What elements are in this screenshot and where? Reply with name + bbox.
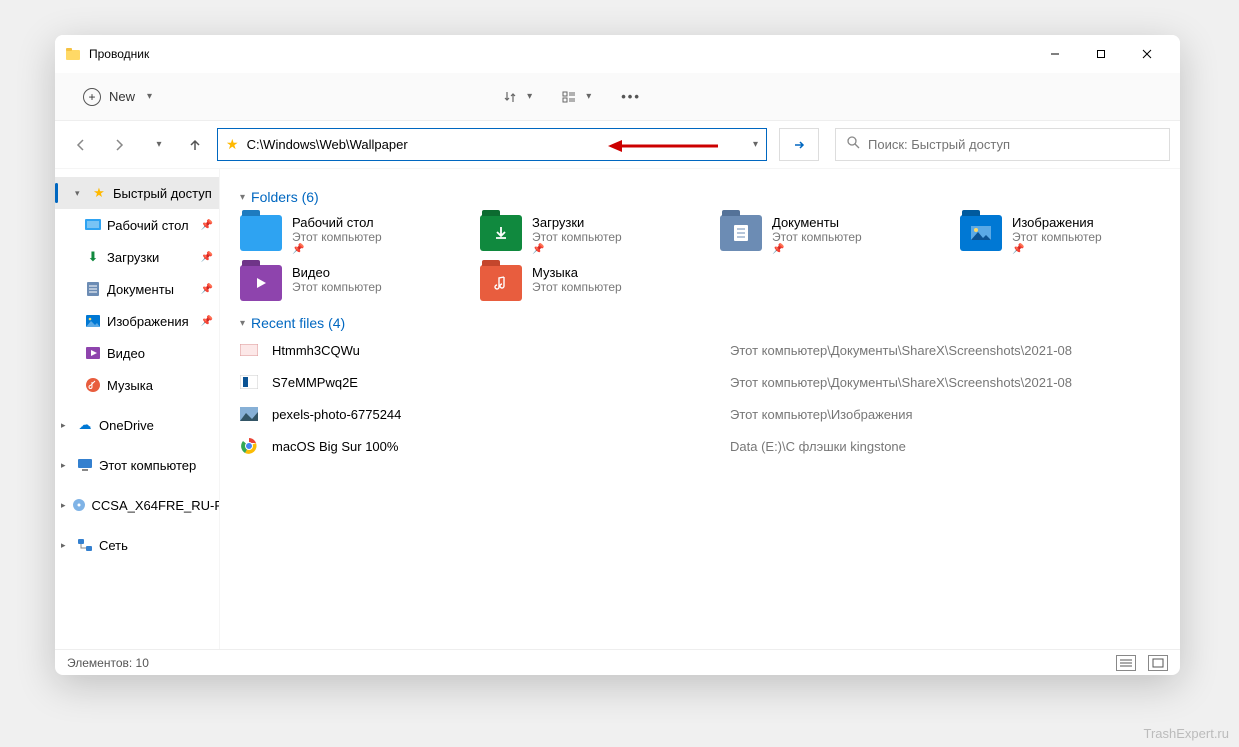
folder-music[interactable]: МузыкаЭтот компьютер [480, 265, 680, 301]
sidebar-item-label: Видео [107, 346, 145, 361]
sidebar-item-documents[interactable]: Документы 📌 [55, 273, 219, 305]
chevron-right-icon: ▸ [61, 420, 71, 431]
go-button[interactable] [779, 128, 819, 161]
music-icon [85, 377, 101, 393]
desktop-icon [85, 217, 101, 233]
sidebar-item-label: Музыка [107, 378, 153, 393]
address-input[interactable] [247, 137, 745, 152]
plus-icon: + [83, 88, 101, 106]
download-icon: ⬇ [85, 249, 101, 265]
sidebar-item-ccsa[interactable]: ▸ CCSA_X64FRE_RU-RU [55, 489, 219, 521]
forward-button[interactable] [103, 129, 135, 161]
search-box[interactable] [835, 128, 1170, 161]
item-count: Элементов: 10 [67, 656, 149, 670]
details-view-button[interactable] [1116, 655, 1136, 671]
sidebar-item-label: Этот компьютер [99, 458, 196, 473]
folder-desktop[interactable]: Рабочий столЭтот компьютер📌 [240, 215, 440, 255]
sidebar-item-music[interactable]: Музыка [55, 369, 219, 401]
pin-icon: 📌 [201, 252, 213, 263]
search-icon [846, 135, 860, 154]
network-icon [77, 537, 93, 553]
sidebar-item-downloads[interactable]: ⬇ Загрузки 📌 [55, 241, 219, 273]
recent-list: Htmmh3CQWu Этот компьютер\Документы\Shar… [240, 341, 1160, 455]
thumbnails-view-button[interactable] [1148, 655, 1168, 671]
maximize-button[interactable] [1078, 39, 1124, 69]
sidebar-item-desktop[interactable]: Рабочий стол 📌 [55, 209, 219, 241]
file-icon [240, 373, 258, 391]
sort-button[interactable]: ▾ [503, 89, 532, 104]
pin-icon: 📌 [201, 220, 213, 231]
recent-item[interactable]: macOS Big Sur 100% Data (E:)\С флэшки ki… [240, 437, 1160, 455]
sidebar-item-pictures[interactable]: Изображения 📌 [55, 305, 219, 337]
chevron-right-icon: ▸ [61, 500, 66, 511]
minimize-button[interactable] [1032, 39, 1078, 69]
sidebar-item-quick-access[interactable]: ▾ ★ Быстрый доступ [55, 177, 219, 209]
recent-header[interactable]: ▾ Recent files (4) [240, 315, 1160, 331]
back-button[interactable] [65, 129, 97, 161]
pin-icon: 📌 [201, 284, 213, 295]
sidebar-item-label: Загрузки [107, 250, 159, 265]
sidebar-item-label: Изображения [107, 314, 189, 329]
sidebar-item-label: Документы [107, 282, 174, 297]
window-title: Проводник [89, 47, 149, 61]
status-bar: Элементов: 10 [55, 649, 1180, 675]
chevron-down-icon: ▾ [75, 188, 85, 199]
disc-icon [72, 497, 86, 513]
folder-documents[interactable]: ДокументыЭтот компьютер📌 [720, 215, 920, 255]
recent-item[interactable]: pexels-photo-6775244 Этот компьютер\Изоб… [240, 405, 1160, 423]
recent-item[interactable]: S7eMMPwq2E Этот компьютер\Документы\Shar… [240, 373, 1160, 391]
file-icon [240, 405, 258, 423]
sidebar-item-label: Быстрый доступ [113, 186, 212, 201]
address-dropdown-icon[interactable]: ▾ [753, 139, 758, 150]
sidebar-item-label: Сеть [99, 538, 128, 553]
watermark: TrashExpert.ru [1144, 726, 1230, 741]
chevron-right-icon: ▸ [61, 460, 71, 471]
star-icon: ★ [226, 136, 239, 153]
chevron-down-icon: ▾ [240, 318, 245, 329]
video-icon [85, 345, 101, 361]
chrome-icon [240, 437, 258, 455]
command-bar: + New ▾ ▾ ▾ ••• [55, 73, 1180, 121]
computer-icon [77, 457, 93, 473]
sidebar-item-network[interactable]: ▸ Сеть [55, 529, 219, 561]
nav-bar: ▾ ★ ▾ [55, 121, 1180, 169]
close-button[interactable] [1124, 39, 1170, 69]
pictures-icon [85, 313, 101, 329]
app-icon [65, 46, 81, 62]
search-input[interactable] [868, 137, 1159, 152]
sidebar-item-label: CCSA_X64FRE_RU-RU [92, 498, 219, 513]
title-bar: Проводник [55, 35, 1180, 73]
folder-pictures[interactable]: ИзображенияЭтот компьютер📌 [960, 215, 1160, 255]
sidebar-item-label: OneDrive [99, 418, 154, 433]
folder-downloads[interactable]: ЗагрузкиЭтот компьютер📌 [480, 215, 680, 255]
more-button[interactable]: ••• [621, 89, 641, 104]
content-area: ▾ Folders (6) Рабочий столЭтот компьютер… [220, 169, 1180, 649]
recent-item[interactable]: Htmmh3CQWu Этот компьютер\Документы\Shar… [240, 341, 1160, 359]
chevron-right-icon: ▸ [61, 540, 71, 551]
sidebar-item-label: Рабочий стол [107, 218, 189, 233]
recent-locations-button[interactable]: ▾ [141, 129, 173, 161]
new-button[interactable]: + New ▾ [73, 82, 162, 112]
folders-header[interactable]: ▾ Folders (6) [240, 189, 1160, 205]
chevron-down-icon: ▾ [240, 192, 245, 203]
view-button[interactable]: ▾ [562, 89, 591, 104]
nav-pane: ▾ ★ Быстрый доступ Рабочий стол 📌 ⬇ Загр… [55, 169, 220, 649]
file-icon [240, 341, 258, 359]
pin-icon: 📌 [201, 316, 213, 327]
sidebar-item-videos[interactable]: Видео [55, 337, 219, 369]
up-button[interactable] [179, 129, 211, 161]
explorer-window: Проводник + New ▾ ▾ ▾ ••• [55, 35, 1180, 675]
folder-videos[interactable]: ВидеоЭтот компьютер [240, 265, 440, 301]
new-label: New [109, 89, 135, 104]
cloud-icon: ☁ [77, 417, 93, 433]
star-icon: ★ [91, 185, 107, 201]
address-bar[interactable]: ★ ▾ [217, 128, 767, 161]
sidebar-item-this-pc[interactable]: ▸ Этот компьютер [55, 449, 219, 481]
chevron-down-icon: ▾ [147, 91, 152, 102]
sidebar-item-onedrive[interactable]: ▸ ☁ OneDrive [55, 409, 219, 441]
folders-grid: Рабочий столЭтот компьютер📌 ЗагрузкиЭтот… [240, 215, 1160, 301]
document-icon [85, 281, 101, 297]
